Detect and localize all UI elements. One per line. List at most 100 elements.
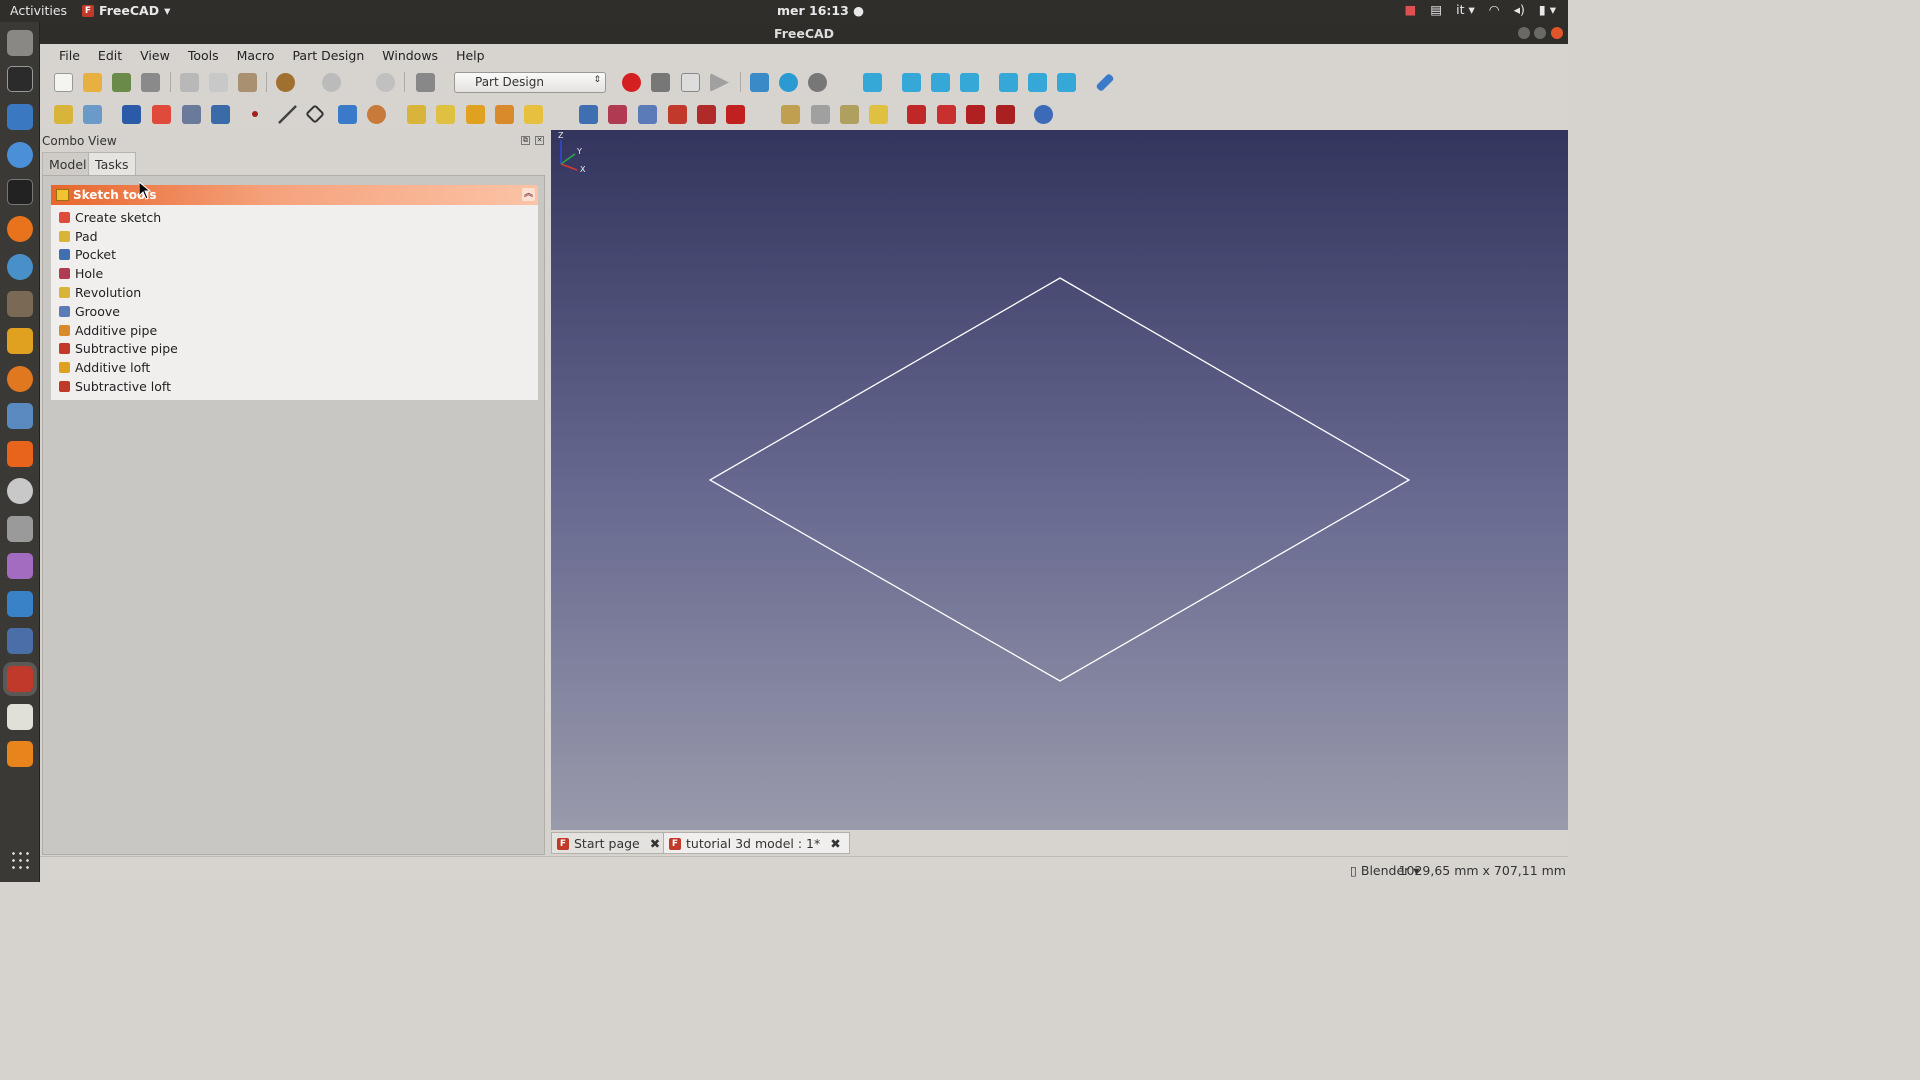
linear-pattern-icon[interactable] bbox=[811, 105, 830, 124]
close-tab-icon[interactable]: ✖ bbox=[830, 836, 840, 851]
vivaldi-icon[interactable] bbox=[7, 254, 33, 280]
additive-primitive-icon[interactable] bbox=[524, 105, 543, 124]
front-view-icon[interactable] bbox=[902, 73, 921, 92]
groove-icon[interactable] bbox=[638, 105, 657, 124]
camera-app-icon[interactable] bbox=[7, 516, 33, 542]
run-macro-icon[interactable] bbox=[710, 73, 729, 92]
task-hole[interactable]: Hole bbox=[51, 264, 538, 283]
whats-this-icon[interactable] bbox=[416, 73, 435, 92]
sub-shape-binder-icon[interactable] bbox=[367, 105, 386, 124]
firefox-icon[interactable] bbox=[7, 216, 33, 242]
undock-icon[interactable]: ⧉ bbox=[521, 136, 530, 145]
camera-icon[interactable]: ■ bbox=[1405, 2, 1417, 17]
stop-macro-icon[interactable] bbox=[651, 73, 670, 92]
create-body-icon[interactable] bbox=[54, 105, 73, 124]
remote-icon[interactable] bbox=[7, 591, 33, 617]
datum-point-icon[interactable] bbox=[252, 111, 258, 117]
text-editor-icon[interactable] bbox=[7, 704, 33, 730]
datum-plane-icon[interactable] bbox=[305, 104, 325, 124]
menu-windows[interactable]: Windows bbox=[373, 44, 447, 66]
virtualbox-icon[interactable] bbox=[7, 628, 33, 654]
sketch-tools-header[interactable]: Sketch tools ︽ bbox=[51, 185, 538, 205]
language-indicator[interactable]: it ▾ bbox=[1456, 2, 1475, 17]
open-icon[interactable] bbox=[83, 73, 102, 92]
task-additive-loft[interactable]: Additive loft bbox=[51, 358, 538, 377]
task-revolution[interactable]: Revolution bbox=[51, 283, 538, 302]
datum-line-icon[interactable] bbox=[278, 105, 297, 124]
create-part-icon[interactable] bbox=[83, 105, 102, 124]
left-view-icon[interactable] bbox=[1057, 73, 1076, 92]
app-grid-icon[interactable] bbox=[10, 850, 30, 870]
chamfer-icon[interactable] bbox=[937, 105, 956, 124]
thickness-icon[interactable] bbox=[996, 105, 1015, 124]
screenshot-icon[interactable] bbox=[7, 553, 33, 579]
validate-sketch-icon[interactable] bbox=[182, 105, 201, 124]
menu-tools[interactable]: Tools bbox=[179, 44, 228, 66]
chromium-icon[interactable] bbox=[7, 142, 33, 168]
redo-icon[interactable] bbox=[322, 73, 341, 92]
battery-icon[interactable]: ▮ ▾ bbox=[1539, 2, 1556, 17]
task-pad[interactable]: Pad bbox=[51, 227, 538, 246]
shape-binder-icon[interactable] bbox=[211, 105, 230, 124]
polar-pattern-icon[interactable] bbox=[840, 105, 859, 124]
pocket-icon[interactable] bbox=[579, 105, 598, 124]
draft-icon[interactable] bbox=[966, 105, 985, 124]
app-menu[interactable]: F FreeCAD ▾ bbox=[82, 3, 170, 18]
right-view-icon[interactable] bbox=[960, 73, 979, 92]
body-feature-icon[interactable] bbox=[122, 105, 141, 124]
menu-edit[interactable]: Edit bbox=[89, 44, 131, 66]
fillet-icon[interactable] bbox=[907, 105, 926, 124]
writer-icon[interactable] bbox=[7, 104, 33, 130]
volume-icon[interactable]: ◂) bbox=[1514, 2, 1525, 17]
record-macro-icon[interactable] bbox=[622, 73, 641, 92]
task-subtractive-loft[interactable]: Subtractive loft bbox=[51, 377, 538, 396]
terminal-icon[interactable] bbox=[7, 179, 33, 205]
subtractive-pipe-icon[interactable] bbox=[697, 105, 716, 124]
files-icon[interactable] bbox=[7, 30, 33, 56]
tab-model[interactable]: Model bbox=[42, 152, 94, 175]
top-view-icon[interactable] bbox=[931, 73, 950, 92]
task-additive-pipe[interactable]: Additive pipe bbox=[51, 321, 538, 340]
edit-macro-icon[interactable] bbox=[681, 73, 700, 92]
subtractive-loft-icon[interactable] bbox=[668, 105, 687, 124]
task-subtractive-pipe[interactable]: Subtractive pipe bbox=[51, 340, 538, 359]
draw-icon[interactable] bbox=[7, 328, 33, 354]
paste-icon[interactable] bbox=[238, 73, 257, 92]
isometric-view-icon[interactable] bbox=[863, 73, 882, 92]
activities-button[interactable]: Activities bbox=[10, 3, 67, 18]
wifi-icon[interactable]: ◠ bbox=[1489, 2, 1500, 17]
undo-icon[interactable] bbox=[276, 73, 295, 92]
menu-part-design[interactable]: Part Design bbox=[283, 44, 373, 66]
additive-pipe-icon[interactable] bbox=[495, 105, 514, 124]
multi-transform-icon[interactable] bbox=[869, 105, 888, 124]
pad-icon[interactable] bbox=[407, 105, 426, 124]
settings-icon[interactable] bbox=[7, 478, 33, 504]
close-tab-icon[interactable]: ✖ bbox=[650, 836, 660, 851]
software-center-icon[interactable] bbox=[7, 441, 33, 467]
close-panel-icon[interactable]: ✕ bbox=[535, 136, 544, 145]
mirrored-icon[interactable] bbox=[781, 105, 800, 124]
clock[interactable]: mer 16:13 ● bbox=[777, 3, 864, 18]
rear-view-icon[interactable] bbox=[999, 73, 1018, 92]
subtractive-primitive-icon[interactable] bbox=[726, 105, 745, 124]
fit-selection-icon[interactable] bbox=[779, 73, 798, 92]
gimp-icon[interactable] bbox=[7, 291, 33, 317]
task-pocket[interactable]: Pocket bbox=[51, 246, 538, 265]
local-cs-icon[interactable] bbox=[338, 105, 357, 124]
measure-icon[interactable] bbox=[1095, 72, 1115, 93]
task-groove[interactable]: Groove bbox=[51, 302, 538, 321]
boolean-icon[interactable] bbox=[1034, 105, 1053, 124]
refresh-icon[interactable] bbox=[376, 73, 395, 92]
doc-tab-tutorial[interactable]: F tutorial 3d model : 1* ✖ bbox=[663, 832, 850, 854]
fit-all-icon[interactable] bbox=[750, 73, 769, 92]
menu-file[interactable]: File bbox=[50, 44, 89, 66]
hole-icon[interactable] bbox=[608, 105, 627, 124]
doc-tab-start-page[interactable]: F Start page ✖ bbox=[551, 832, 670, 854]
close-button[interactable] bbox=[1551, 27, 1563, 39]
create-sketch-icon[interactable] bbox=[152, 105, 171, 124]
collapse-icon[interactable]: ︽ bbox=[522, 188, 535, 201]
task-create-sketch[interactable]: Create sketch bbox=[51, 208, 538, 227]
minimize-button[interactable] bbox=[1518, 27, 1530, 39]
new-document-icon[interactable] bbox=[54, 73, 73, 92]
copy-icon[interactable] bbox=[209, 73, 228, 92]
